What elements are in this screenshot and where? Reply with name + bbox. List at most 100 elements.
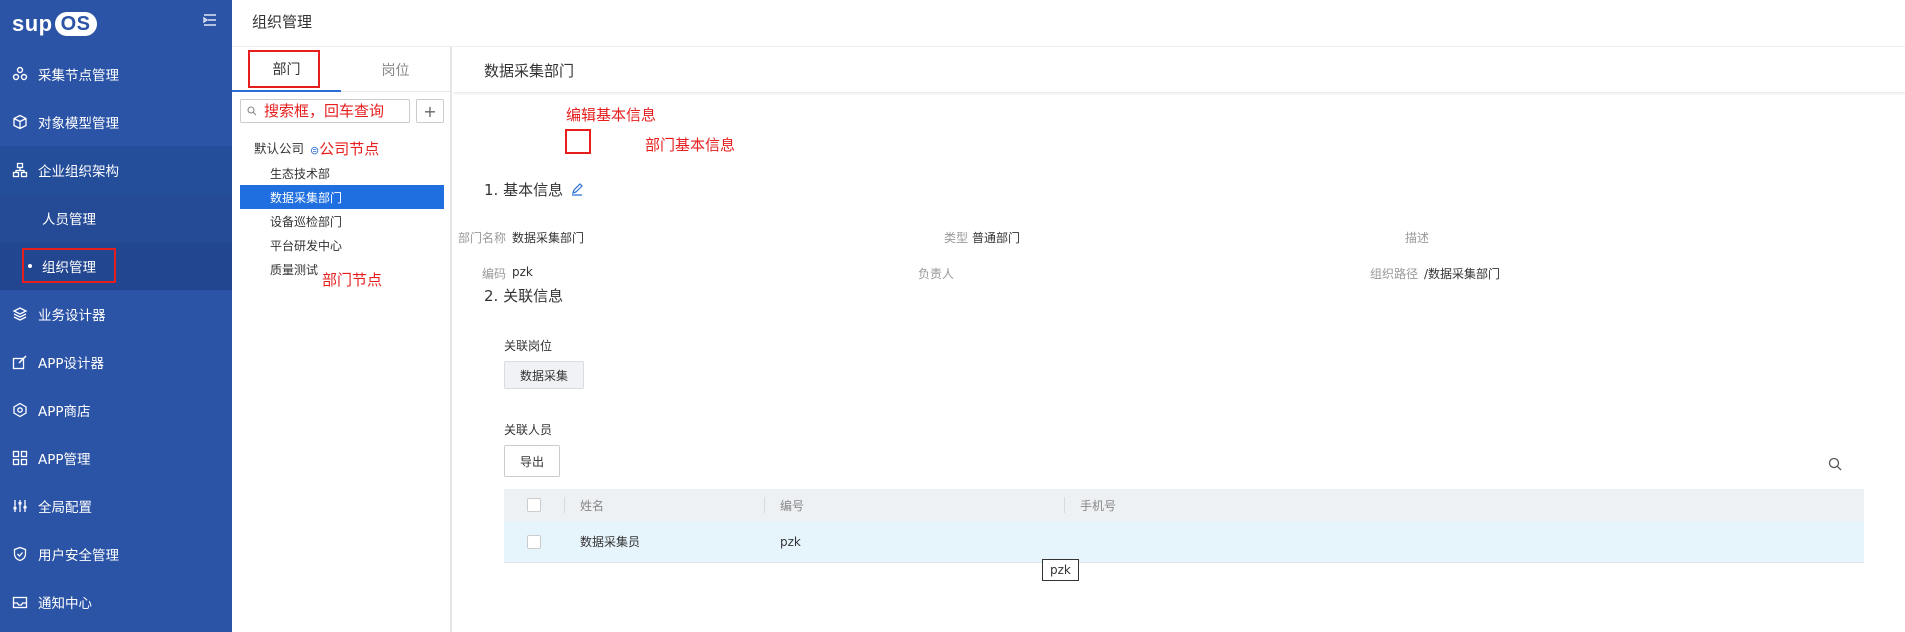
header-code: 编号 [764, 489, 1064, 521]
cell-code: pzk [780, 534, 801, 549]
field-label-desc: 描述 [1404, 231, 1429, 245]
tab-label: 岗位 [381, 62, 410, 79]
tooltip: pzk [1042, 559, 1079, 581]
annotation-edit: 编辑基本信息 [566, 106, 657, 124]
field-label-owner: 负责人 [917, 267, 954, 281]
annotation-box-org-mgmt [22, 248, 116, 283]
related-info-heading: 2. 关联信息 [484, 287, 564, 305]
people-table: 姓名 编号 手机号 数据采集员 pzk [504, 489, 1864, 563]
sidebar-item-label: 通知中心 [38, 596, 92, 612]
header-label: 姓名 [580, 498, 605, 513]
page-header: 组织管理 [232, 0, 1905, 47]
sidebar-item-label: APP商店 [38, 404, 91, 420]
logo-os: OS [54, 12, 97, 36]
edit-icon[interactable] [570, 182, 584, 196]
sidebar-nav: 采集节点管理 对象模型管理 企业组织架构 人员管理 组织管理 业务设计器 APP… [0, 50, 232, 626]
sidebar-item-personnel[interactable]: 人员管理 [0, 194, 232, 242]
sidebar-item-org-structure[interactable]: 企业组织架构 [0, 146, 232, 194]
sidebar-item-global-config[interactable]: 全局配置 [0, 482, 232, 530]
sidebar-item-label: 业务设计器 [38, 308, 106, 324]
sidebar-item-user-security[interactable]: 用户安全管理 [0, 530, 232, 578]
sidebar-item-business-designer[interactable]: 业务设计器 [0, 290, 232, 338]
detail-header: 数据采集部门 [454, 47, 1905, 93]
edit-app-icon [12, 355, 27, 370]
annotation-box-edit [565, 129, 591, 154]
field-label-type: 类型 [943, 231, 968, 245]
field-label-name: 部门名称 [457, 231, 506, 245]
nodes-icon [12, 66, 28, 81]
sidebar-item-label: APP管理 [38, 452, 91, 468]
layers-icon [12, 307, 28, 321]
detail-title: 数据采集部门 [484, 62, 575, 80]
related-people-label: 关联人员 [504, 423, 553, 437]
export-button[interactable]: 导出 [504, 445, 560, 477]
header-label: 编号 [780, 498, 805, 513]
sidebar-item-label: APP设计器 [38, 356, 105, 372]
add-department-button[interactable]: + [416, 99, 444, 123]
column-divider [564, 497, 565, 513]
org-tree-panel: 部门 岗位 + 默认公司 生态技术部 数据采集部门 设备巡检部门 平台研发中心 … [232, 47, 452, 632]
column-divider [1064, 497, 1065, 513]
annotation-search: 搜索框，回车查询 [264, 102, 385, 120]
header-label: 手机号 [1080, 498, 1117, 513]
related-post-label: 关联岗位 [504, 339, 553, 353]
sidebar-item-label: 采集节点管理 [38, 68, 119, 84]
header-divider [454, 93, 1905, 95]
select-all-cell [504, 489, 564, 521]
annotation-company-node-text: 公司节点 [319, 140, 380, 158]
field-value-name: 数据采集部门 [512, 231, 585, 245]
tree-node[interactable]: 生态技术部 [240, 161, 444, 185]
annotation-basic-info: 部门基本信息 [645, 136, 736, 154]
related-post-chip[interactable]: 数据采集 [504, 361, 584, 389]
sidebar-item-label: 企业组织架构 [38, 164, 119, 180]
annotation-dept-node: 部门节点 [322, 271, 383, 289]
row-select-cell [504, 521, 564, 562]
collapse-menu-icon[interactable] [202, 12, 218, 28]
sidebar-item-label: 全局配置 [38, 500, 92, 516]
sidebar-item-app-management[interactable]: APP管理 [0, 434, 232, 482]
tree-node-selected[interactable]: 数据采集部门 [240, 185, 444, 209]
table-row[interactable]: 数据采集员 pzk [504, 521, 1864, 563]
sidebar-item-collect-nodes[interactable]: 采集节点管理 [0, 50, 232, 98]
logo[interactable]: sup OS [12, 8, 97, 40]
store-icon [13, 402, 27, 418]
basic-info-heading: 1. 基本信息 [484, 181, 564, 199]
header-name: 姓名 [564, 489, 764, 521]
sliders-icon [13, 500, 27, 512]
field-label-code: 编码 [481, 267, 506, 281]
search-icon[interactable] [1828, 457, 1842, 471]
header-phone: 手机号 [1064, 489, 1864, 521]
sidebar-item-object-model[interactable]: 对象模型管理 [0, 98, 232, 146]
column-divider [764, 497, 765, 513]
row-checkbox[interactable] [527, 534, 541, 549]
grid-icon [12, 450, 28, 466]
tree-node[interactable]: 平台研发中心 [240, 233, 444, 257]
field-label-path: 组织路径 [1369, 267, 1418, 281]
sidebar-item-label: 用户安全管理 [38, 548, 119, 564]
field-value-code: pzk [512, 265, 533, 279]
shield-icon [13, 546, 27, 562]
page-title: 组织管理 [252, 13, 313, 31]
company-node-icon: ⊜ [310, 144, 320, 157]
sidebar-item-label: 对象模型管理 [38, 116, 119, 132]
select-all-checkbox[interactable] [527, 498, 541, 512]
tree-node[interactable]: 设备巡检部门 [240, 209, 444, 233]
field-value-type: 普通部门 [972, 231, 1021, 245]
sidebar-item-label: 人员管理 [42, 212, 96, 228]
sidebar-item-app-designer[interactable]: APP设计器 [0, 338, 232, 386]
cube-icon [13, 114, 27, 130]
inbox-icon [12, 596, 28, 609]
cell-name: 数据采集员 [580, 535, 641, 549]
field-value-path: /数据采集部门 [1424, 267, 1501, 281]
table-header: 姓名 编号 手机号 [504, 489, 1864, 521]
sidebar: sup OS 采集节点管理 对象模型管理 企业组织架构 人员管理 组织管理 业务设… [0, 0, 232, 632]
annotation-company-node: ⊜公司节点 [310, 138, 379, 159]
annotation-box-dept-tab [248, 50, 320, 88]
tab-position[interactable]: 岗位 [341, 47, 450, 92]
sidebar-item-notification-center[interactable]: 通知中心 [0, 578, 232, 626]
logo-text: sup [12, 11, 53, 36]
org-chart-icon [12, 162, 28, 178]
search-icon [247, 106, 257, 116]
sidebar-item-app-store[interactable]: APP商店 [0, 386, 232, 434]
cell-phone [1064, 521, 1864, 562]
